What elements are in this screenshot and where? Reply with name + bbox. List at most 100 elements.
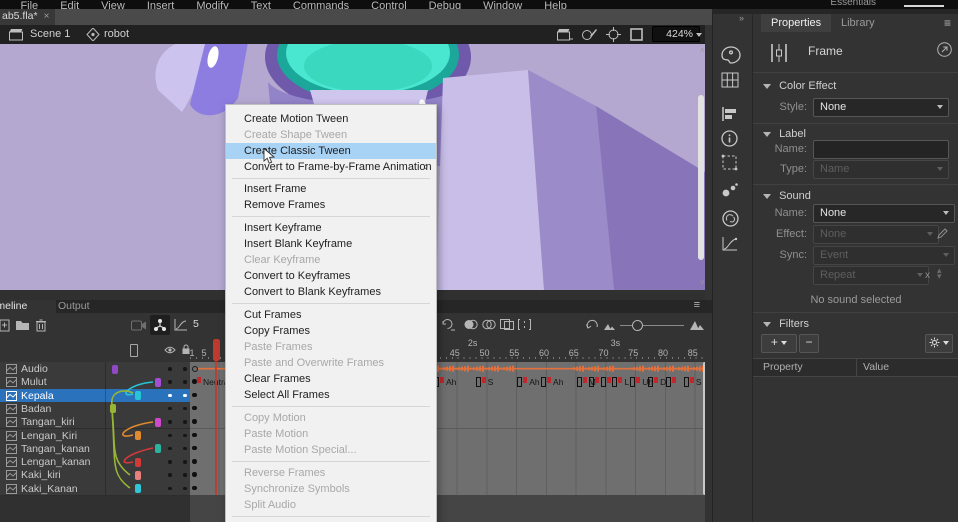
menu-item-insert-keyframe[interactable]: Insert Keyframe — [226, 220, 436, 236]
edit-scene-icon[interactable] — [557, 28, 573, 41]
lock-dot[interactable] — [183, 420, 187, 424]
tab-properties[interactable]: Properties — [761, 14, 831, 32]
visibility-dot[interactable] — [168, 420, 172, 424]
layer-row-badan[interactable]: Badan — [0, 402, 190, 416]
close-icon[interactable]: × — [44, 11, 50, 22]
menu-item-paste-frames[interactable]: Paste Frames — [226, 339, 436, 355]
swatches-panel-icon[interactable] — [721, 72, 745, 94]
zoom-out-frames-icon[interactable] — [604, 322, 615, 330]
menu-item-copy-motion[interactable]: Copy Motion — [226, 410, 436, 426]
menu-item-select-all-frames[interactable]: Select All Frames — [226, 387, 436, 403]
visibility-dot[interactable] — [168, 473, 172, 477]
visibility-dot[interactable] — [168, 380, 172, 384]
show-parenting-view-button[interactable] — [150, 315, 170, 335]
loop-playback-icon[interactable] — [440, 318, 455, 331]
label-name-input[interactable] — [813, 140, 949, 159]
menu-edit[interactable]: Edit — [60, 0, 79, 9]
menu-item-create-shape-tween[interactable]: Create Shape Tween — [226, 127, 436, 143]
show-hide-eye-icon[interactable] — [164, 346, 176, 354]
menu-item-convert-to-keyframes[interactable]: Convert to Keyframes — [226, 268, 436, 284]
color-panel-icon[interactable] — [721, 46, 745, 68]
graph-editor-icon[interactable] — [173, 318, 188, 332]
lock-dot[interactable] — [183, 447, 187, 451]
menu-control[interactable]: Control — [371, 0, 406, 9]
frame-size-slider-knob[interactable] — [632, 320, 643, 331]
lock-dot[interactable] — [183, 473, 187, 477]
visibility-dot[interactable] — [168, 434, 172, 438]
lock-dot[interactable] — [183, 380, 187, 384]
layer-row-kaki_kiri[interactable]: Kaki_kiri — [0, 468, 190, 482]
lock-dot[interactable] — [183, 434, 187, 438]
menu-insert[interactable]: Insert — [147, 0, 175, 9]
menu-item-paste-motion-special[interactable]: Paste Motion Special... — [226, 442, 436, 458]
visibility-dot[interactable] — [168, 407, 172, 411]
workspace-switcher[interactable]: Essentials — [830, 0, 876, 8]
menu-help[interactable]: Help — [544, 0, 567, 9]
timeline-vertical-scrollbar[interactable] — [703, 362, 705, 495]
menu-item-convert-to-blank-keyframes[interactable]: Convert to Blank Keyframes — [226, 284, 436, 300]
stage-zoom-value[interactable]: 424% — [652, 26, 700, 42]
zoom-chevron-icon[interactable] — [696, 33, 702, 37]
add-filter-button[interactable]: + — [761, 334, 797, 353]
delete-layer-trash-icon[interactable] — [35, 318, 47, 332]
layer-row-kaki_kanan[interactable]: Kaki_Kanan — [0, 482, 190, 496]
clip-content-icon[interactable] — [630, 28, 643, 41]
menu-view[interactable]: View — [101, 0, 125, 9]
menu-item-create-motion-tween[interactable]: Create Motion Tween — [226, 111, 436, 127]
edit-sound-pencil-icon[interactable] — [936, 227, 949, 240]
lock-dot[interactable] — [183, 394, 187, 398]
visibility-dot[interactable] — [168, 394, 172, 398]
layer-row-lengan_kanan[interactable]: Lengan_kanan — [0, 455, 190, 469]
layer-row-tangan_kiri[interactable]: Tangan_kiri — [0, 415, 190, 429]
edit-symbols-icon[interactable] — [581, 27, 598, 42]
transform-panel-icon[interactable] — [721, 154, 745, 176]
modify-markers-icon[interactable] — [518, 319, 531, 330]
menu-item-reverse-frames[interactable]: Reverse Frames — [226, 465, 436, 481]
help-icon[interactable] — [937, 42, 952, 57]
align-panel-icon[interactable] — [721, 106, 745, 128]
outline-color-column-icon[interactable] — [130, 344, 138, 357]
menu-item-paste-and-overwrite-frames[interactable]: Paste and Overwrite Frames — [226, 355, 436, 371]
edit-multiple-frames-icon[interactable] — [500, 319, 514, 330]
info-panel-icon[interactable] — [721, 130, 745, 152]
scroll-down-icon[interactable]: ˅ — [700, 278, 705, 287]
layer-row-kepala[interactable]: Kepala — [0, 389, 190, 403]
frame-size-slider-track[interactable] — [620, 325, 684, 327]
document-tab[interactable]: ab5.fla*× — [0, 9, 55, 26]
zoom-in-frames-icon[interactable] — [690, 320, 704, 330]
layer-row-tangan_kanan[interactable]: Tangan_kanan — [0, 442, 190, 456]
visibility-dot[interactable] — [168, 367, 172, 371]
menu-item-create-classic-tween[interactable]: Create Classic Tween — [226, 143, 436, 159]
tab-output[interactable]: Output — [48, 300, 100, 313]
menu-item-clear-keyframe[interactable]: Clear Keyframe — [226, 252, 436, 268]
playhead[interactable] — [213, 339, 220, 361]
layer-row-lengan_kiri[interactable]: Lengan_Kiri — [0, 429, 190, 443]
lock-dot[interactable] — [183, 487, 187, 491]
menu-item-insert-blank-keyframe[interactable]: Insert Blank Keyframe — [226, 236, 436, 252]
remove-filter-button[interactable]: − — [799, 334, 819, 353]
collapse-panels-icon[interactable]: » — [739, 13, 744, 23]
menu-item-insert-frame[interactable]: Insert Frame — [226, 181, 436, 197]
menu-window[interactable]: Window — [483, 0, 522, 9]
visibility-dot[interactable] — [168, 460, 172, 464]
camera-icon[interactable] — [131, 320, 147, 331]
menu-file[interactable]: File — [20, 0, 38, 9]
motion-presets-panel-icon[interactable] — [721, 236, 745, 258]
stage-vertical-scrollbar[interactable] — [698, 95, 704, 260]
section-filters[interactable]: Filters — [763, 318, 958, 330]
layer-row-audio[interactable]: Audio — [0, 362, 190, 376]
menu-text[interactable]: Text — [251, 0, 271, 9]
scene-breadcrumb[interactable]: Scene 1 — [30, 28, 70, 40]
new-folder-icon[interactable] — [15, 319, 30, 331]
symbol-breadcrumb[interactable]: robot — [104, 28, 129, 40]
lock-dot[interactable] — [183, 460, 187, 464]
section-label[interactable]: Label — [763, 128, 958, 140]
brush-library-panel-icon[interactable] — [721, 182, 745, 204]
menu-modify[interactable]: Modify — [196, 0, 228, 9]
visibility-dot[interactable] — [168, 447, 172, 451]
tab-library[interactable]: Library — [831, 14, 885, 32]
menu-item-remove-frames[interactable]: Remove Frames — [226, 197, 436, 213]
sound-name-dropdown[interactable]: None — [813, 204, 955, 223]
cc-libraries-panel-icon[interactable] — [721, 210, 745, 232]
menu-commands[interactable]: Commands — [293, 0, 349, 9]
